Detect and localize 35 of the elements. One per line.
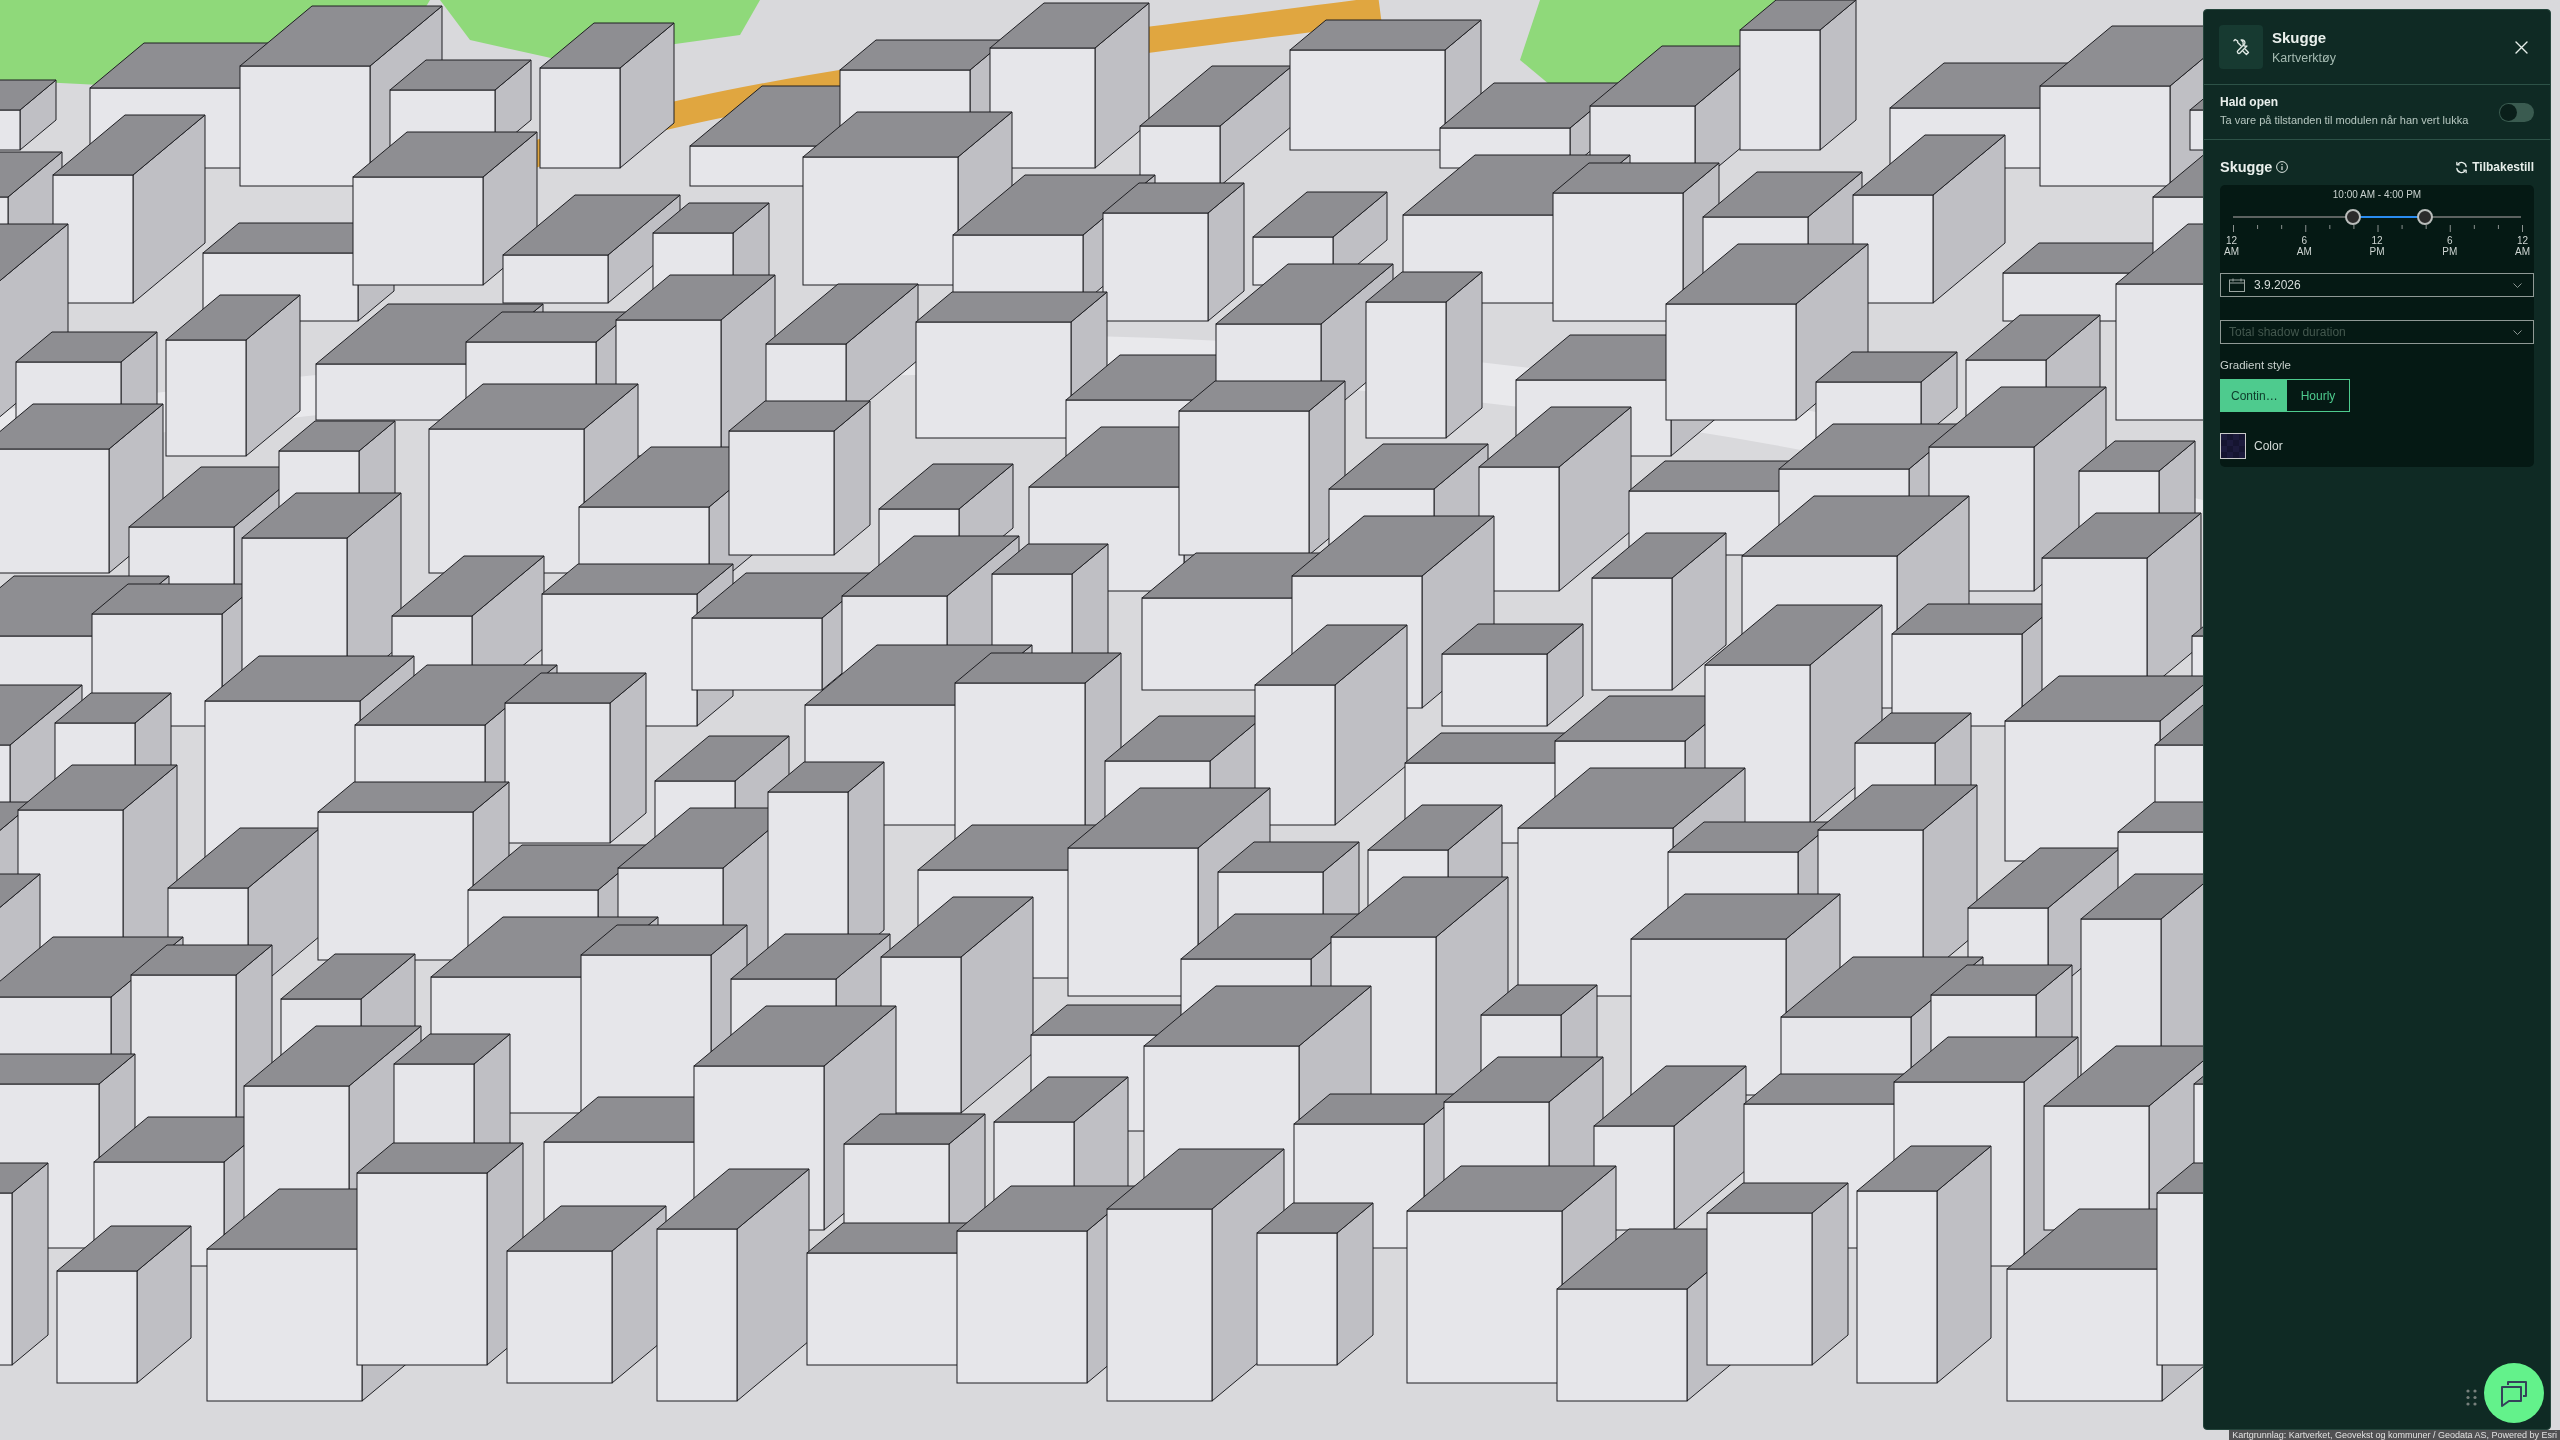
tick-label: 12 PM (2369, 235, 2385, 257)
reset-button[interactable]: Tilbakestill (2455, 159, 2534, 175)
keep-open-description: Ta vare på tilstanden til modulen når han vert lukka (2220, 113, 2469, 128)
close-button[interactable] (2513, 39, 2529, 55)
time-slider[interactable] (2233, 209, 2521, 225)
panel-title: Skugge (2272, 29, 2328, 47)
caret-icon (2513, 330, 2522, 335)
tick-label: 6 PM (2442, 235, 2458, 257)
chat-button[interactable] (2484, 1363, 2544, 1423)
close-icon (2514, 40, 2528, 54)
slider-handle[interactable] (2417, 209, 2433, 225)
keep-open-toggle[interactable] (2499, 103, 2534, 122)
slider-handle[interactable] (2345, 209, 2361, 225)
tools-icon (2219, 25, 2263, 69)
gradient-style-option[interactable]: Hourly (2286, 379, 2350, 412)
refresh-icon (2455, 160, 2469, 174)
map-attribution: Kartgrunnlag: Kartverket, Geovekst og kommuner / Geodata AS, Powered by Esri (2229, 1430, 2560, 1440)
tick-label: 12 AM (2515, 235, 2530, 257)
color-label: Color (2254, 438, 2283, 455)
gradient-style-option[interactable]: Contin… (2220, 379, 2287, 412)
caret-icon (2513, 283, 2522, 288)
grip-icon[interactable] (2466, 1389, 2477, 1406)
color-swatch-icon[interactable] (2220, 433, 2246, 459)
calendar-icon (2229, 278, 2245, 292)
tick-label: 12 AM (2224, 235, 2239, 257)
date-field[interactable]: 3.9.2026 (2220, 273, 2534, 297)
tick-label: 6 AM (2296, 235, 2312, 257)
chat-icon (2500, 1379, 2528, 1407)
info-icon[interactable] (2276, 161, 2289, 173)
keep-open-label: Hald open (2220, 95, 2279, 110)
gradient-style-label: Gradient style (2220, 358, 2292, 372)
section-title: Skugge (2220, 158, 2273, 177)
time-range-label: 10:00 AM - 4:00 PM (2331, 189, 2423, 201)
duration-select[interactable]: Total shadow duration (2220, 320, 2534, 344)
panel-subtitle: Kartverktøy (2272, 50, 2337, 66)
